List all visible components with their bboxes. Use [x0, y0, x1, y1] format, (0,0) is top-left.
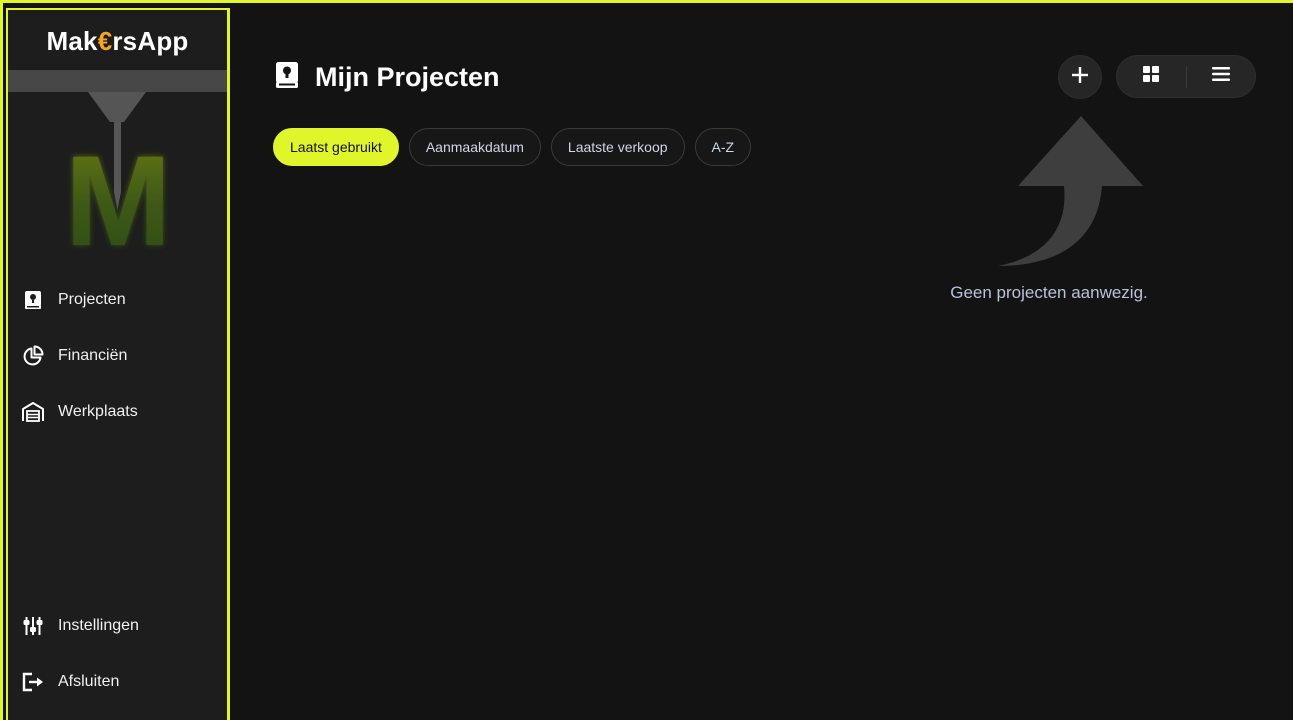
pie-chart-icon	[22, 345, 44, 367]
sort-filter-bar: Laatst gebruikt Aanmaakdatum Laatste ver…	[273, 128, 752, 166]
sliders-icon	[22, 615, 44, 637]
list-view-icon	[1211, 67, 1230, 86]
main-content: Mijn Projecten Laatst gebruikt Aanmaakda…	[233, 11, 1293, 720]
sidebar-item-label: Afsluiten	[58, 673, 120, 690]
sidebar-item-financien[interactable]: Financiën	[22, 339, 222, 373]
view-mode-toggle	[1116, 55, 1256, 98]
brand-logo-graphic: M	[8, 70, 227, 260]
warehouse-icon	[22, 401, 44, 423]
empty-state-message: Geen projecten aanwezig.	[950, 283, 1148, 302]
logout-icon	[22, 671, 44, 693]
sidebar-item-label: Projecten	[58, 291, 126, 308]
project-book-icon	[22, 289, 44, 311]
sidebar: Mak€rsApp M Projecten Financiën Werkplaa…	[6, 8, 230, 720]
curved-arrow-up-icon	[998, 116, 1148, 281]
sidebar-item-label: Werkplaats	[58, 403, 138, 420]
add-project-button[interactable]	[1058, 55, 1102, 99]
list-view-button[interactable]	[1187, 56, 1256, 97]
sidebar-item-label: Instellingen	[58, 617, 139, 634]
filter-chip-laatst-gebruikt[interactable]: Laatst gebruikt	[273, 128, 399, 166]
sidebar-item-werkplaats[interactable]: Werkplaats	[22, 395, 222, 429]
project-book-icon	[275, 61, 299, 94]
grid-view-button[interactable]	[1117, 56, 1186, 97]
filter-chip-aanmaakdatum[interactable]: Aanmaakdatum	[408, 128, 541, 166]
sidebar-item-afsluiten[interactable]: Afsluiten	[22, 665, 222, 699]
sidebar-item-instellingen[interactable]: Instellingen	[22, 609, 222, 643]
filter-chip-a-z[interactable]: A-Z	[694, 128, 752, 166]
page-header: Mijn Projecten	[275, 61, 500, 94]
sidebar-item-projecten[interactable]: Projecten	[22, 283, 222, 317]
filter-chip-laatste-verkoop[interactable]: Laatste verkoop	[550, 128, 685, 166]
grid-view-icon	[1143, 66, 1160, 87]
plus-icon	[1071, 66, 1089, 89]
brand-logo-text: Mak€rsApp	[46, 26, 189, 56]
sidebar-item-label: Financiën	[58, 347, 128, 364]
page-title: Mijn Projecten	[315, 62, 500, 92]
